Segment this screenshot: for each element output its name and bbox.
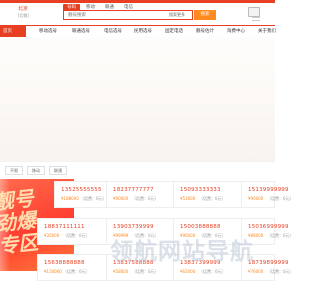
card-number: 18237777777 xyxy=(113,187,154,193)
number-card[interactable]: 18837111111 ¥35000 （话费：0元） xyxy=(37,218,109,245)
city-switch-link[interactable]: [切换] xyxy=(18,13,29,18)
nav-item-fee-center[interactable]: 淘费中心 xyxy=(227,26,245,37)
card-price: ¥35000 xyxy=(44,233,60,238)
search-box: 搜索更多 xyxy=(63,10,193,20)
top-accent-line xyxy=(0,0,275,3)
search-button[interactable]: 搜索 xyxy=(194,10,216,20)
watermark: 领航网站导航 xyxy=(110,239,254,265)
card-number: 15003888888 xyxy=(180,224,221,230)
qr-code-icon xyxy=(248,7,260,17)
card-note: （话费：0元） xyxy=(267,196,294,201)
card-note: （话费：0元） xyxy=(199,196,226,201)
card-price: ¥90000 xyxy=(248,196,264,201)
filter-all[interactable]: 不限 xyxy=(5,166,23,175)
card-note: （话费：0元） xyxy=(63,233,90,238)
filter-unicom[interactable]: 联通 xyxy=(49,166,67,175)
number-card[interactable]: 15139999999 ¥90000 （话费：0元） xyxy=(241,181,294,208)
contact-lines xyxy=(252,17,260,23)
card-number: 18837111111 xyxy=(44,224,85,230)
card-number: 15139999999 xyxy=(248,187,289,193)
filter-mobile[interactable]: 移动 xyxy=(27,166,45,175)
number-card[interactable]: 15638888888 ¥130000 （话费：0元） xyxy=(37,254,109,281)
card-number: 15093333333 xyxy=(180,187,221,193)
nav-item-mobile[interactable]: 移动选号 xyxy=(39,26,57,37)
card-note: （话费：0元） xyxy=(80,196,107,201)
nav-home[interactable]: 首页 xyxy=(0,26,26,37)
nav-item-telecom[interactable]: 电信选号 xyxy=(104,26,122,37)
card-price: ¥62000 xyxy=(180,269,196,274)
search-input[interactable] xyxy=(64,11,172,19)
card-note: （话费：0元） xyxy=(199,269,226,274)
nav-item-landline[interactable]: 固定电话 xyxy=(165,26,183,37)
city-label: 北京 xyxy=(18,6,29,12)
card-note: （话费：0元） xyxy=(63,269,90,274)
card-number: 13525555555 xyxy=(61,187,102,193)
card-number: 13903739999 xyxy=(113,224,154,230)
card-price: ¥76000 xyxy=(248,269,264,274)
card-number: 15638888888 xyxy=(44,260,85,266)
nav-item-unicom[interactable]: 联通选号 xyxy=(72,26,90,37)
card-price: ¥130000 xyxy=(44,269,62,274)
card-note: （话费：0元） xyxy=(267,233,294,238)
nav-item-estimate[interactable]: 靓号估计 xyxy=(196,26,214,37)
card-number: 18739899999 xyxy=(248,260,289,266)
number-card[interactable]: 15093333333 ¥53000 （话费：0元） xyxy=(173,181,245,208)
banner-background xyxy=(0,37,275,162)
card-price: ¥58000 xyxy=(113,269,129,274)
card-note: （话费：0元） xyxy=(267,269,294,274)
carrier-filters: 不限 移动 联通 xyxy=(5,166,67,175)
card-number: 15036999999 xyxy=(248,224,289,230)
card-price: ¥188000 xyxy=(61,196,79,201)
search-filter-dropdown[interactable]: 搜索更多 xyxy=(169,12,185,18)
nav-item-about[interactable]: 关于我们 xyxy=(258,26,276,37)
card-price: ¥53000 xyxy=(180,196,196,201)
number-card[interactable]: 18237777777 ¥90000 （话费：0元） xyxy=(106,181,178,208)
nav-item-civil[interactable]: 民用选号 xyxy=(134,26,152,37)
card-note: （话费：0元） xyxy=(132,269,159,274)
card-price: ¥90000 xyxy=(113,196,129,201)
hero-banner xyxy=(0,37,275,162)
card-note: （话费：0元） xyxy=(132,196,159,201)
